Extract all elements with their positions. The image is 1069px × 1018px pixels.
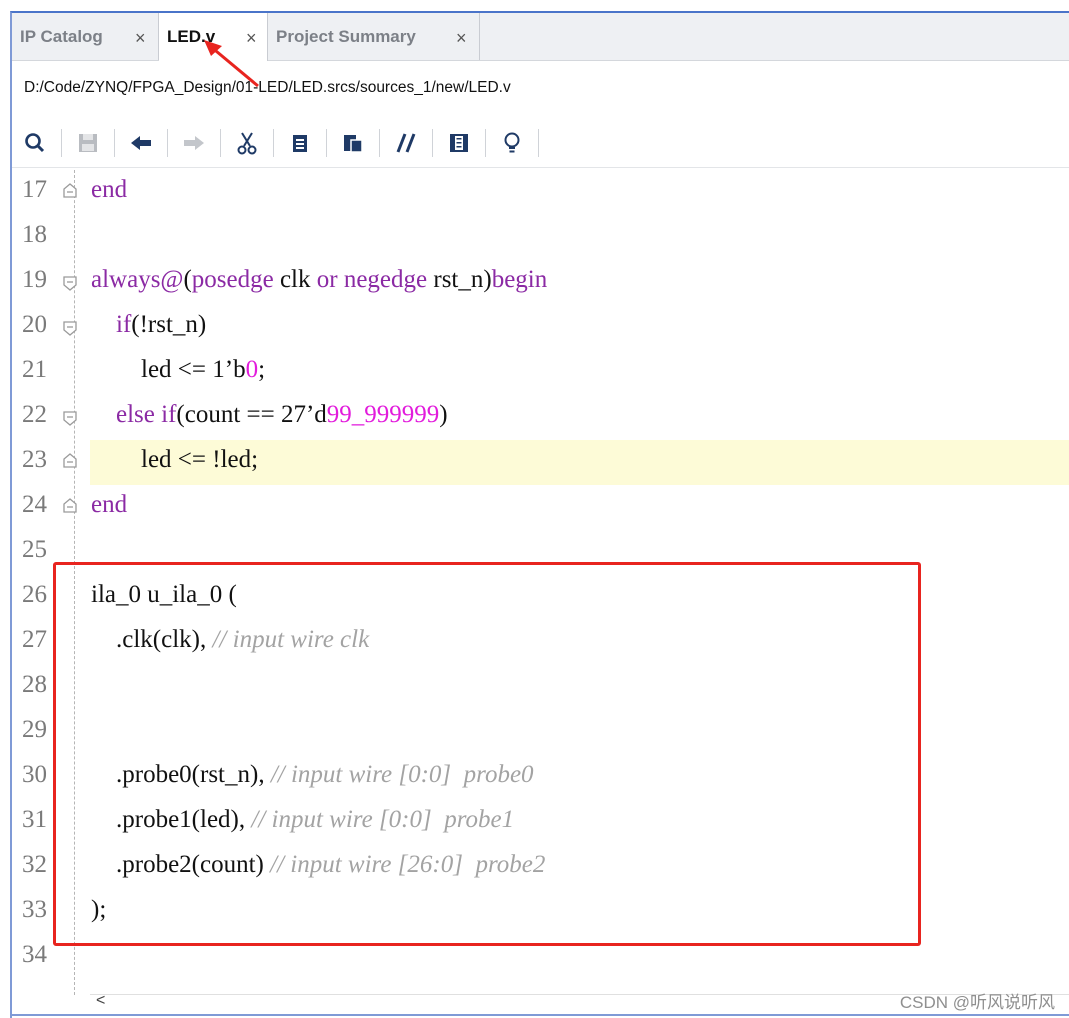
code-token: ( — [183, 266, 192, 293]
fold-end-icon — [63, 498, 77, 513]
line-number: 19 — [22, 266, 47, 293]
fold-collapse-icon[interactable] — [62, 408, 78, 426]
lightbulb-icon[interactable] — [491, 126, 533, 160]
line-number: 17 — [22, 176, 47, 203]
fold-collapse-icon[interactable] — [62, 273, 78, 291]
redo-icon[interactable] — [173, 126, 215, 160]
code-text: led <= 1’b0; — [91, 356, 265, 384]
search-icon[interactable] — [14, 126, 56, 160]
code-token: clk — [273, 266, 317, 293]
code-text: end — [91, 176, 127, 204]
close-icon[interactable]: × — [135, 28, 146, 49]
code-text: if(!rst_n) — [91, 311, 206, 339]
code-token: (count == 27’d — [176, 401, 327, 428]
toolbar-separator — [273, 129, 274, 157]
number-token: 99_999999 — [326, 401, 440, 428]
toolbar-separator — [326, 129, 327, 157]
file-path: D:/Code/ZYNQ/FPGA_Design/01-LED/LED.srcs… — [24, 79, 511, 96]
number-token: 0 — [245, 356, 259, 383]
code-token: rst_n) — [427, 266, 492, 293]
toolbar-separator — [379, 129, 380, 157]
code-line[interactable]: 17 end — [12, 170, 1069, 215]
copy-icon[interactable] — [279, 126, 321, 160]
toolbar-separator — [220, 129, 221, 157]
line-number: 20 — [22, 311, 47, 338]
fold-collapse-icon[interactable] — [62, 318, 78, 336]
toolbar-separator — [538, 129, 539, 157]
keyword-token: always — [91, 266, 161, 293]
code-token: ) — [439, 401, 448, 428]
close-icon[interactable]: × — [456, 28, 467, 49]
fold-end-icon — [63, 453, 77, 468]
tab-project-summary[interactable]: Project Summary × — [268, 13, 480, 60]
code-text: else if(count == 27’d99_999999) — [91, 401, 448, 429]
code-line[interactable]: 19 always@(posedge clk or negedge rst_n)b… — [12, 260, 1069, 305]
toolbar-divider — [12, 167, 1069, 168]
code-token: led <= 1’b — [91, 356, 246, 383]
keyword-token: @ — [160, 266, 184, 293]
code-line[interactable]: 23 led <= !led; — [12, 440, 1069, 485]
tab-label: IP Catalog — [20, 27, 103, 46]
code-text: always@(posedge clk or negedge rst_n)beg… — [91, 266, 547, 294]
watermark: CSDN @听风说听风 — [899, 993, 1055, 1012]
line-number: 21 — [22, 356, 47, 383]
code-line[interactable]: 20 if(!rst_n) — [12, 305, 1069, 350]
code-token: (!rst_n) — [131, 311, 207, 338]
code-line[interactable]: 21 led <= 1’b0; — [12, 350, 1069, 395]
code-line[interactable]: 22 else if(count == 27’d99_999999) — [12, 395, 1069, 440]
line-number: 22 — [22, 401, 47, 428]
toolbar-separator — [167, 129, 168, 157]
tab-label: Project Summary — [276, 27, 416, 46]
keyword-token: posedge — [191, 266, 274, 293]
undo-icon[interactable] — [120, 126, 162, 160]
code-line[interactable]: 18 — [12, 215, 1069, 260]
comment-toggle-icon[interactable] — [385, 126, 427, 160]
toolbar-separator — [114, 129, 115, 157]
tab-ip-catalog[interactable]: IP Catalog × — [12, 13, 159, 60]
code-text: end — [91, 491, 127, 519]
window-bottom-border — [12, 1014, 1069, 1016]
keyword-token: end — [91, 491, 128, 518]
keyword-token: begin — [491, 266, 548, 293]
toolbar-separator — [432, 129, 433, 157]
code-token: led <= !led; — [91, 446, 259, 473]
line-number: 18 — [22, 221, 47, 248]
paste-icon[interactable] — [332, 126, 374, 160]
line-number: 24 — [22, 491, 47, 518]
editor-toolbar — [14, 124, 544, 162]
toolbar-separator — [485, 129, 486, 157]
save-icon[interactable] — [67, 126, 109, 160]
annotation-box — [53, 562, 921, 946]
keyword-token: negedge — [343, 266, 428, 293]
keyword-token: end — [91, 176, 128, 203]
keyword-token: or — [316, 266, 338, 293]
keyword-token: else — [116, 401, 155, 428]
keyword-token: if — [116, 311, 132, 338]
code-line[interactable]: 24 end — [12, 485, 1069, 530]
fold-end-icon — [63, 183, 77, 198]
toolbar-separator — [61, 129, 62, 157]
cut-icon[interactable] — [226, 126, 268, 160]
scroll-left-icon[interactable]: < — [96, 992, 105, 1010]
code-text: led <= !led; — [91, 446, 258, 474]
line-number: 25 — [22, 536, 47, 563]
code-token: ; — [258, 356, 266, 383]
insert-template-icon[interactable] — [438, 126, 480, 160]
line-number: 23 — [22, 446, 47, 473]
keyword-token: if — [161, 401, 177, 428]
tab-bar: IP Catalog × LED.v × Project Summary × — [12, 13, 1069, 61]
